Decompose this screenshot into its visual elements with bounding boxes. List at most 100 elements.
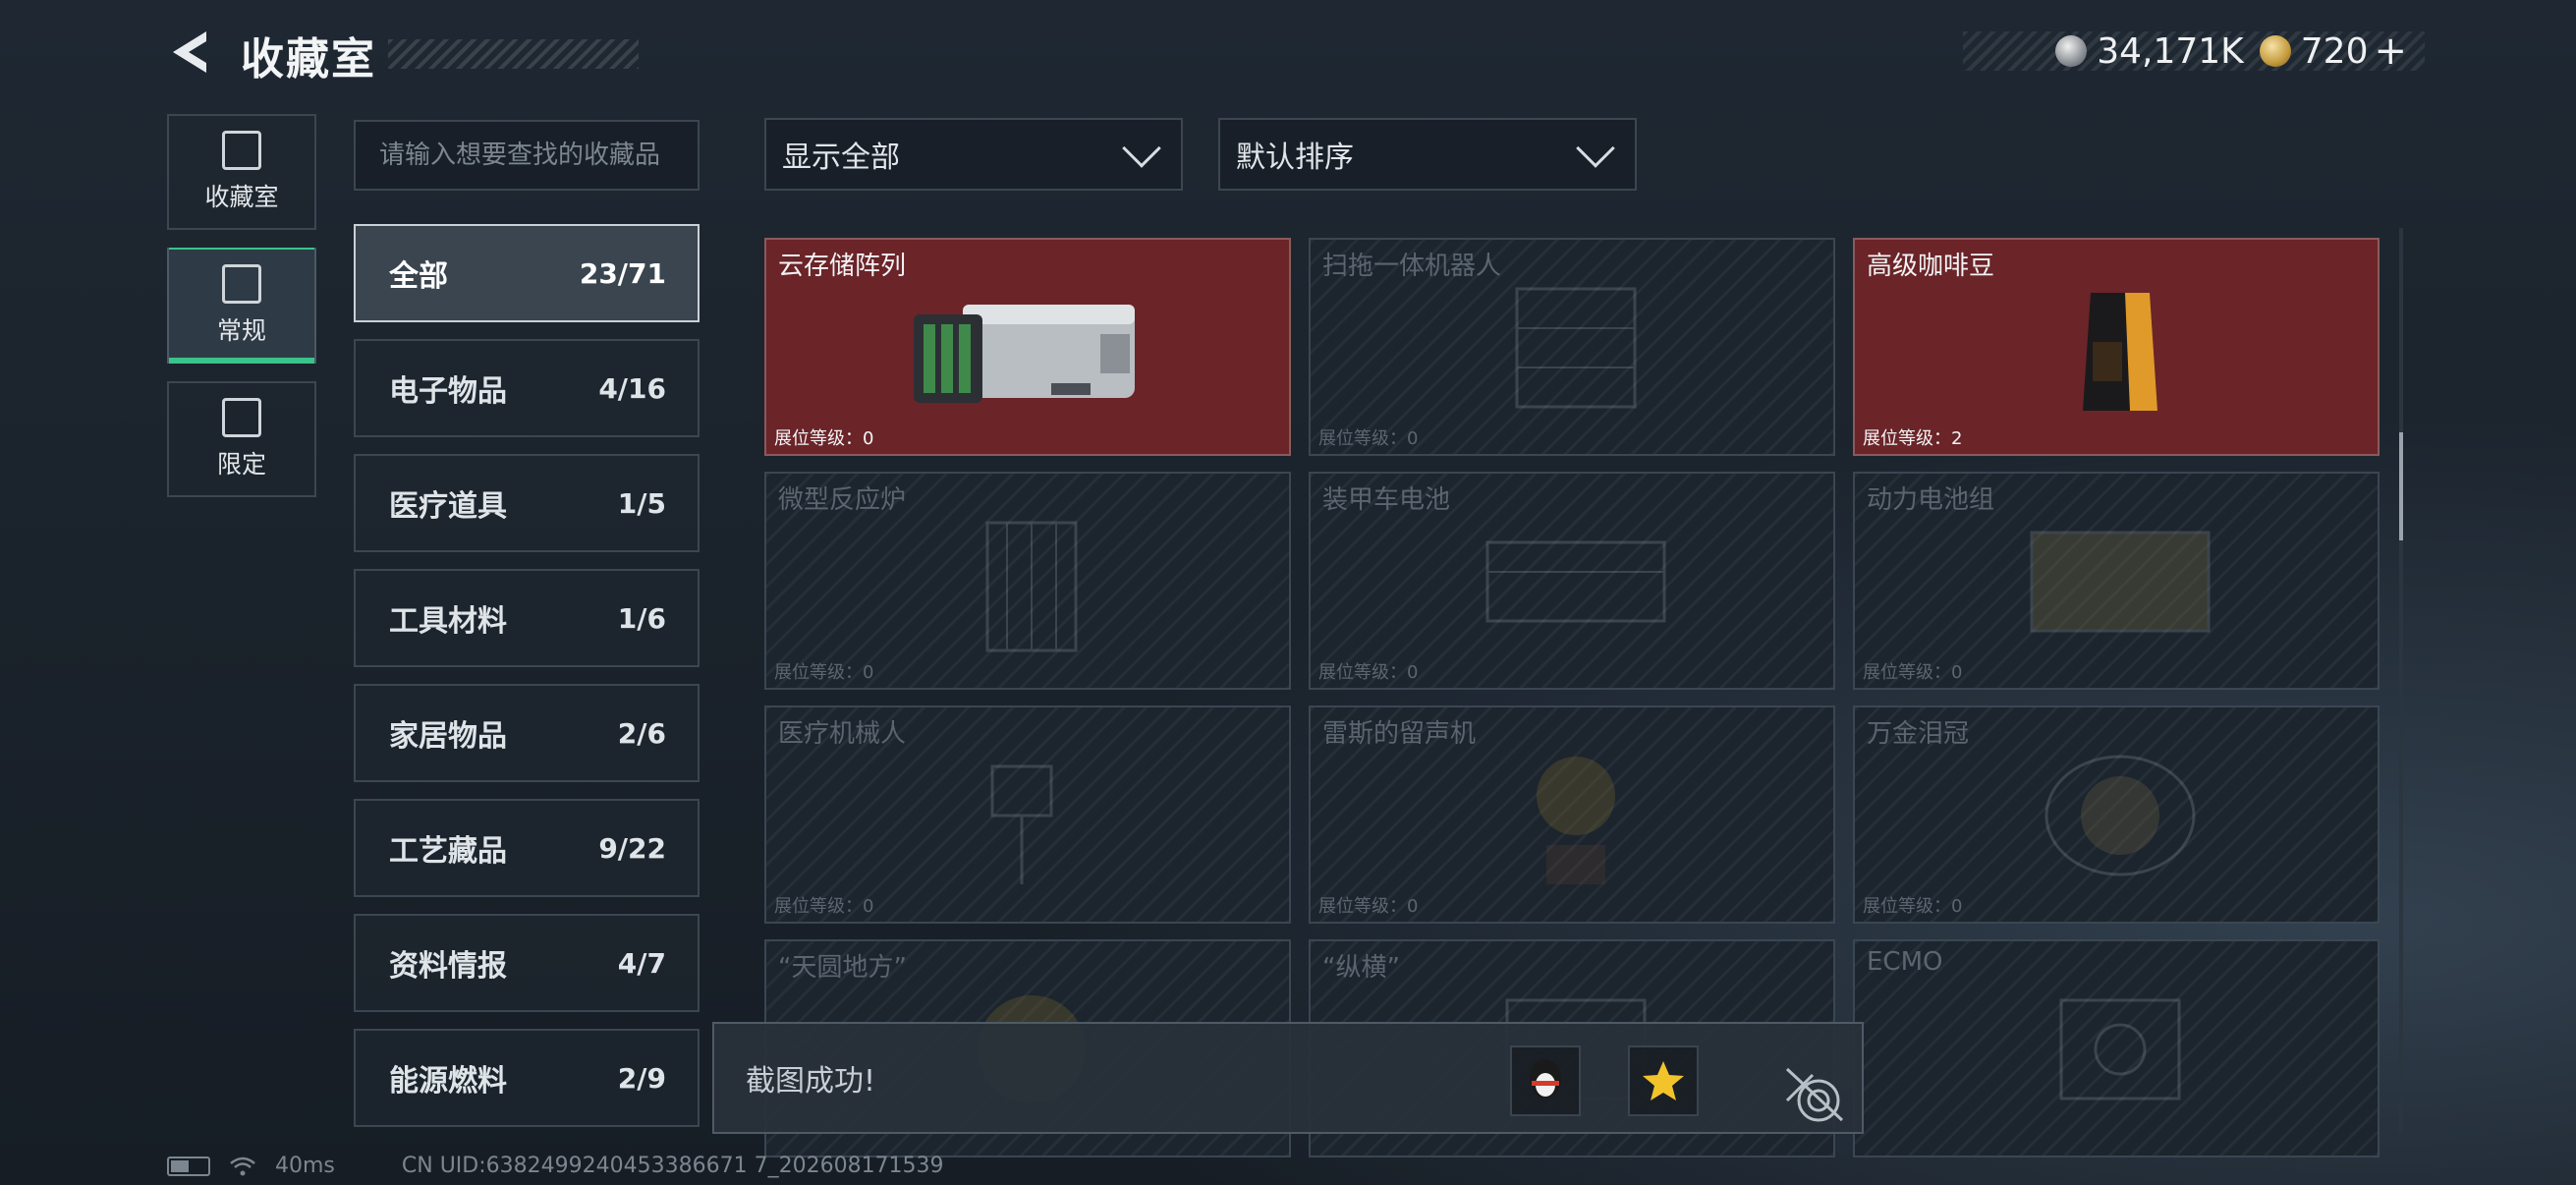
coffee-bag-image: [2083, 293, 2157, 411]
sort-dropdown-value: 默认排序: [1236, 141, 1354, 175]
item-level: 展位等级：0: [1318, 662, 1419, 683]
filter-dropdown[interactable]: 显示全部: [764, 118, 1183, 191]
currency-gold-amount: 720: [2300, 30, 2369, 72]
collection-card[interactable]: 装甲车电池 展位等级：0: [1309, 472, 1835, 690]
power-battery-pack-silhouette: [2030, 531, 2211, 633]
item-level: 展位等级：0: [1318, 896, 1419, 917]
item-level: 展位等级：0: [1863, 896, 1963, 917]
silver-coin-icon: [2055, 35, 2088, 67]
category-count: 4/7: [617, 946, 666, 980]
category-intel[interactable]: 资料情报 4/7: [354, 914, 700, 1012]
category-count: 4/16: [598, 371, 666, 405]
currency-silver: 34,171K: [2055, 31, 2244, 72]
category-count: 2/6: [617, 716, 666, 750]
armored-battery-silhouette: [1485, 540, 1666, 623]
collection-card[interactable]: 雷斯的留声机 展位等级：0: [1309, 705, 1835, 924]
category-all[interactable]: 全部 23/71: [354, 224, 700, 322]
gramophone-silhouette: [1537, 757, 1615, 884]
scrollbar-thumb[interactable]: [2399, 432, 2403, 540]
item-name: 雷斯的留声机: [1322, 719, 1477, 749]
limited-icon: [222, 398, 261, 437]
item-name: ECMO: [1867, 947, 1943, 977]
item-name: 微型反应炉: [778, 485, 907, 515]
collection-card[interactable]: 微型反应炉 展位等级：0: [764, 472, 1291, 690]
category-name: 家居物品: [389, 719, 507, 754]
qzone-star-icon: [1643, 1061, 1684, 1100]
category-count: 9/22: [598, 831, 666, 865]
scrollbar-track[interactable]: [2399, 228, 2403, 1132]
item-level: 展位等级：0: [774, 428, 874, 449]
user-uid: CN UID:6382499240453386671 7_20260817153…: [401, 1154, 944, 1178]
category-tools[interactable]: 工具材料 1/6: [354, 569, 700, 667]
category-name: 全部: [389, 259, 448, 294]
category-name: 电子物品: [389, 374, 507, 409]
category-name: 医疗道具: [389, 489, 507, 524]
rail-item-label: 常规: [216, 316, 266, 345]
category-electronics[interactable]: 电子物品 4/16: [354, 339, 700, 437]
back-arrow-icon[interactable]: [167, 28, 216, 77]
item-name: 装甲车电池: [1322, 485, 1451, 515]
toast-message: 截图成功!: [746, 1064, 876, 1099]
category-home[interactable]: 家居物品 2/6: [354, 684, 700, 782]
item-level: 展位等级：2: [1863, 428, 1963, 449]
collection-card[interactable]: ECMO: [1853, 939, 2380, 1157]
sort-dropdown[interactable]: 默认排序: [1218, 118, 1637, 191]
category-name: 资料情报: [389, 949, 507, 984]
item-level: 展位等级：0: [774, 896, 874, 917]
collection-card[interactable]: 高级咖啡豆 展位等级：2: [1853, 238, 2380, 456]
category-count: 1/5: [617, 486, 666, 520]
add-currency-button[interactable]: +: [2374, 28, 2407, 74]
item-level: 展位等级：0: [1863, 662, 1963, 683]
ping-value: 40ms: [275, 1154, 335, 1178]
title-decoration: [388, 39, 639, 69]
category-count: 2/9: [617, 1061, 666, 1095]
currency-silver-amount: 34,171K: [2097, 30, 2244, 72]
wifi-icon: [230, 1157, 255, 1175]
share-qzone-button[interactable]: [1628, 1045, 1699, 1116]
search-box[interactable]: [354, 120, 700, 191]
battery-icon: [167, 1156, 210, 1176]
collection-card[interactable]: 扫拖一体机器人 展位等级：0: [1309, 238, 1835, 456]
category-crafts[interactable]: 工艺藏品 9/22: [354, 799, 700, 897]
currency-gold[interactable]: 720 +: [2259, 28, 2407, 74]
mini-reactor-silhouette: [985, 521, 1078, 652]
category-energy[interactable]: 能源燃料 2/9: [354, 1029, 700, 1127]
item-name: “纵横”: [1322, 953, 1400, 983]
category-name: 能源燃料: [389, 1064, 507, 1099]
collection-card[interactable]: 万金泪冠 展位等级：0: [1853, 705, 2380, 924]
item-name: 云存储阵列: [778, 252, 907, 281]
item-name: 扫拖一体机器人: [1322, 252, 1502, 281]
robot-vacuum-silhouette: [1515, 287, 1637, 409]
chevron-down-icon: [1122, 129, 1161, 168]
item-name: 医疗机械人: [778, 719, 907, 749]
status-footer: 40ms CN UID:6382499240453386671 7_202608…: [167, 1154, 944, 1178]
search-input[interactable]: [379, 141, 674, 170]
item-level: 展位等级：0: [774, 662, 874, 683]
rail-item-limited[interactable]: 限定: [167, 381, 316, 497]
rail-item-collection[interactable]: 收藏室: [167, 114, 316, 230]
screenshot-toast: 截图成功!: [712, 1022, 1864, 1134]
currency-bar: 34,171K 720 +: [1963, 28, 2425, 74]
item-name: “天圆地方”: [778, 953, 907, 983]
rail-item-label: 限定: [216, 450, 266, 479]
medical-robot-silhouette: [990, 764, 1053, 884]
collection-card[interactable]: 动力电池组 展位等级：0: [1853, 472, 2380, 690]
collection-card[interactable]: 医疗机械人 展位等级：0: [764, 705, 1291, 924]
display-frame-icon: [222, 264, 261, 304]
category-count: 1/6: [617, 601, 666, 635]
rail-item-regular[interactable]: 常规: [167, 248, 316, 364]
rail-item-label: 收藏室: [204, 183, 279, 211]
ecmo-machine-silhouette: [2059, 998, 2181, 1100]
crown-silhouette: [2044, 755, 2196, 876]
filter-dropdown-value: 显示全部: [782, 141, 900, 175]
page-title: 收藏室: [241, 34, 376, 85]
category-name: 工艺藏品: [389, 834, 507, 869]
item-name: 高级咖啡豆: [1867, 252, 1995, 281]
close-scope-icon[interactable]: [1783, 1061, 1846, 1124]
collection-card[interactable]: 云存储阵列 展位等级：0: [764, 238, 1291, 456]
share-qq-button[interactable]: [1510, 1045, 1581, 1116]
qq-penguin-icon: [1530, 1059, 1561, 1099]
category-medical[interactable]: 医疗道具 1/5: [354, 454, 700, 552]
item-level: 展位等级：0: [1318, 428, 1419, 449]
item-name: 动力电池组: [1867, 485, 1995, 515]
